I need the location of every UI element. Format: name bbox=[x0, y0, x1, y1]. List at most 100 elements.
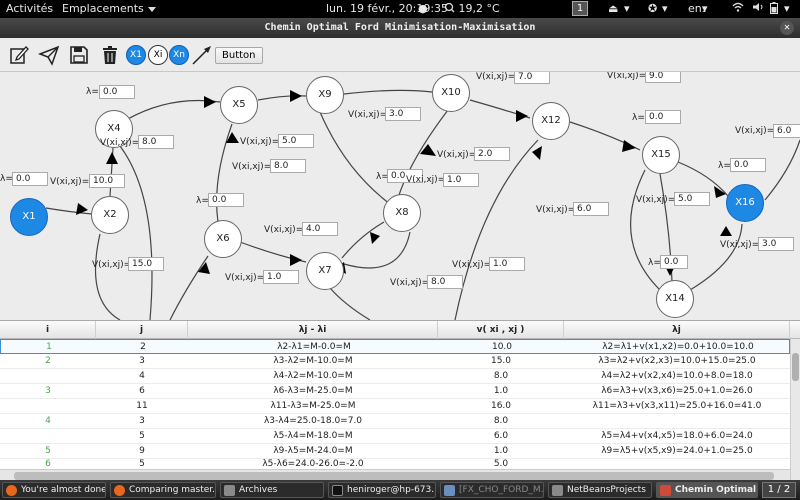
accessibility-chevron-icon: ▾ bbox=[662, 2, 668, 15]
cell-value: 8.0 bbox=[493, 416, 509, 426]
cell-diff: λ4-λ2=M-10.0=M bbox=[273, 371, 353, 381]
node-x12[interactable]: X12 bbox=[532, 102, 570, 140]
column-header-j[interactable]: j bbox=[96, 321, 188, 339]
column-header-lambda[interactable]: λj bbox=[564, 321, 790, 339]
close-window-button[interactable]: ✕ bbox=[780, 21, 794, 35]
task-terminal[interactable]: heniroger@hp-673... bbox=[328, 482, 436, 498]
v-x5-x9-field[interactable]: 3.0 bbox=[385, 107, 421, 121]
cell-i bbox=[0, 429, 96, 443]
lambda-x15-field[interactable]: 0.0 bbox=[645, 110, 681, 124]
volume-icon[interactable] bbox=[752, 2, 764, 15]
v-x6-x7-field[interactable]: 1.0 bbox=[263, 270, 299, 284]
generic-button[interactable]: Button bbox=[215, 47, 263, 64]
node-x5[interactable]: X5 bbox=[220, 86, 258, 124]
v-field[interactable]: 1.0 bbox=[489, 257, 525, 271]
column-header-diff[interactable]: λj - λi bbox=[188, 321, 438, 339]
table-row[interactable]: 4 3 λ3-λ4=25.0-18.0=7.0 8.0 bbox=[0, 414, 790, 429]
edge-x15-x14 bbox=[629, 169, 661, 291]
v-x2-x4-field[interactable]: 8.0 bbox=[138, 135, 174, 149]
v-x7-field[interactable]: 4.0 bbox=[302, 222, 338, 236]
node-x7[interactable]: X7 bbox=[306, 252, 344, 290]
v-x1-x2-field[interactable]: 10.0 bbox=[89, 174, 125, 188]
clock[interactable]: lun. 19 févr., 20:19:35 bbox=[326, 2, 448, 15]
v-x12-field[interactable]: 6.0 bbox=[573, 202, 609, 216]
battery-icon[interactable] bbox=[770, 2, 778, 17]
v-x9-x12-field[interactable]: 7.0 bbox=[514, 72, 550, 84]
column-header-value[interactable]: v( xi , xj ) bbox=[438, 321, 564, 339]
places-menu[interactable]: Emplacements bbox=[62, 2, 156, 15]
weather-temperature: 19,2 °C bbox=[458, 2, 500, 15]
table-row[interactable]: 4 λ4-λ2=M-10.0=M 8.0 λ4=λ2+v(x2,x4)=10.0… bbox=[0, 369, 790, 384]
horizontal-scroll-thumb[interactable] bbox=[14, 472, 774, 480]
v-x15-x16-field[interactable]: 6.0 bbox=[773, 124, 800, 138]
node-x8[interactable]: X8 bbox=[383, 194, 421, 232]
vertical-scroll-thumb[interactable] bbox=[792, 353, 799, 381]
v-label: V(xi,xj)= bbox=[225, 273, 265, 283]
v-x5-x6-field[interactable]: 5.0 bbox=[278, 134, 314, 148]
clock-dot-icon: ● bbox=[418, 2, 428, 15]
task-label: NetBeansProjects bbox=[567, 485, 646, 495]
node-x15[interactable]: X15 bbox=[642, 136, 680, 174]
task-netbeans-project[interactable]: [FX_CHO_FORD_M... bbox=[440, 482, 544, 498]
node-x9[interactable]: X9 bbox=[306, 76, 344, 114]
task-chemin-optimal[interactable]: Chemin Optimal Fo... bbox=[656, 482, 758, 498]
node-x2[interactable]: X2 bbox=[91, 196, 129, 234]
task-netbeans-projects[interactable]: NetBeansProjects bbox=[548, 482, 652, 498]
node-x6[interactable]: X6 bbox=[204, 220, 242, 258]
add-node-button[interactable]: Xi bbox=[148, 45, 168, 65]
workspace-indicator[interactable]: 1 bbox=[572, 1, 588, 16]
table-row[interactable]: 1 2 λ2-λ1=M-0.0=M 10.0 λ2=λ1+v(x1,x2)=0.… bbox=[0, 339, 790, 354]
v-x2-x3-field[interactable]: 15.0 bbox=[128, 257, 164, 271]
delete-tool-button[interactable] bbox=[99, 44, 121, 66]
system-chevron-icon[interactable]: ▾ bbox=[784, 2, 790, 15]
table-row[interactable]: 11 λ11-λ3=M-25.0=M 16.0 λ11=λ3+v(x3,x11)… bbox=[0, 399, 790, 414]
taskbar: You're almost done... Comparing master..… bbox=[0, 480, 800, 500]
terminal-icon bbox=[332, 485, 343, 496]
graph-canvas[interactable]: X1 X2 X4 X5 X6 X7 X8 X9 X10 X12 X14 X15 … bbox=[0, 72, 800, 320]
weather-indicator[interactable]: 19,2 °C bbox=[444, 2, 500, 15]
workspace-pager[interactable]: 1 / 2 bbox=[762, 482, 796, 498]
v-x7-x8-field[interactable]: 8.0 bbox=[427, 275, 463, 289]
table-row[interactable]: 5 λ5-λ4=M-18.0=M 6.0 λ5=λ4+v(x4,x5)=18.0… bbox=[0, 429, 790, 444]
lambda-x4-field[interactable]: 0.0 bbox=[99, 85, 135, 99]
horizontal-scrollbar[interactable] bbox=[0, 469, 790, 480]
edge-x14-x16 bbox=[689, 223, 743, 291]
v-x15-x14-field[interactable]: 5.0 bbox=[674, 192, 710, 206]
arrowhead bbox=[720, 226, 732, 236]
lambda-x1-field[interactable]: 0.0 bbox=[12, 172, 48, 186]
v-x8-x9-field[interactable]: 1.0 bbox=[443, 173, 479, 187]
wifi-icon[interactable] bbox=[732, 2, 744, 15]
window-titlebar[interactable]: Chemin Optimal Ford Minimisation-Maximis… bbox=[0, 18, 800, 38]
lambda-x16-field[interactable]: 0.0 bbox=[730, 158, 766, 172]
node-x14[interactable]: X14 bbox=[656, 280, 694, 318]
edit-tool-button[interactable] bbox=[8, 44, 30, 66]
cell-i: 2 bbox=[45, 356, 51, 366]
accessibility-icon[interactable]: ✪ bbox=[648, 2, 657, 15]
node-x10[interactable]: X10 bbox=[432, 74, 470, 112]
add-edge-tool-button[interactable] bbox=[191, 44, 213, 66]
activities-button[interactable]: Activités bbox=[6, 2, 53, 15]
add-start-node-button[interactable]: X1 bbox=[126, 45, 146, 65]
column-header-i[interactable]: i bbox=[0, 321, 96, 339]
v-x14-x16-field[interactable]: 3.0 bbox=[758, 237, 794, 251]
lambda-x6-field[interactable]: 0.0 bbox=[208, 193, 244, 207]
v-x8-x10-field[interactable]: 2.0 bbox=[474, 147, 510, 161]
v-top-field[interactable]: 9.0 bbox=[645, 72, 681, 83]
table-row[interactable]: 2 3 λ3-λ2=M-10.0=M 15.0 λ3=λ2+v(x2,x3)=1… bbox=[0, 354, 790, 369]
lambda-x14-field[interactable]: 0.0 bbox=[660, 255, 688, 269]
send-tool-button[interactable] bbox=[37, 44, 60, 66]
task-firefox-1[interactable]: You're almost done... bbox=[2, 482, 106, 498]
cell-diff: λ3-λ4=25.0-18.0=7.0 bbox=[263, 416, 363, 426]
add-end-node-button[interactable]: Xn bbox=[169, 45, 189, 65]
node-x1[interactable]: X1 bbox=[10, 198, 48, 236]
task-archives[interactable]: Archives bbox=[220, 482, 324, 498]
task-firefox-2[interactable]: Comparing master.... bbox=[110, 482, 216, 498]
close-icon: ✕ bbox=[783, 22, 791, 33]
node-x16[interactable]: X16 bbox=[726, 184, 764, 222]
vertical-scrollbar[interactable] bbox=[790, 339, 800, 480]
cell-j: 5 bbox=[139, 431, 145, 441]
table-row[interactable]: 3 6 λ6-λ3=M-25.0=M 1.0 λ6=λ3+v(x3,x6)=25… bbox=[0, 384, 790, 399]
eject-icon[interactable]: ⏏ bbox=[608, 2, 618, 15]
v-x4-x7-field[interactable]: 8.0 bbox=[270, 159, 306, 173]
save-tool-button[interactable] bbox=[68, 44, 90, 66]
